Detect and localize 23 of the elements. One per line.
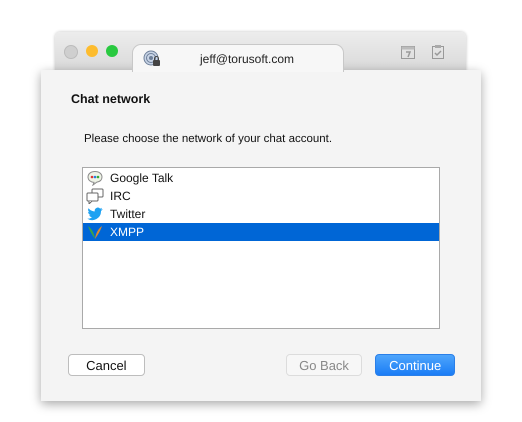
network-item[interactable]: Google Talk [83, 169, 439, 187]
calendar-icon[interactable] [400, 44, 416, 60]
chat-bubbles-icon [86, 188, 104, 204]
minimize-button[interactable] [86, 45, 98, 57]
close-button[interactable] [64, 45, 78, 59]
crossed-feathers-icon [87, 224, 103, 240]
instruction-text: Please choose the network of your chat account. [84, 133, 334, 145]
network-item[interactable]: Twitter [83, 205, 439, 223]
tab-title: jeff@torusoft.com [198, 52, 295, 66]
network-name: Google Talk [110, 171, 174, 185]
zoom-button[interactable] [106, 45, 118, 57]
network-name: Twitter [110, 207, 146, 221]
network-item[interactable]: XMPP [83, 223, 439, 241]
network-name: XMPP [110, 225, 144, 239]
radar-lock-icon [143, 50, 161, 68]
bird-icon [87, 207, 103, 221]
network-name: IRC [110, 189, 131, 203]
window-tab[interactable]: jeff@torusoft.com [132, 44, 344, 72]
sheet-title: Chat network [71, 92, 152, 106]
network-item[interactable]: IRC [83, 187, 439, 205]
speech-bubble-icon [87, 170, 103, 186]
clipboard-check-icon[interactable] [430, 44, 446, 60]
cancel-button[interactable]: Cancel [68, 354, 145, 376]
